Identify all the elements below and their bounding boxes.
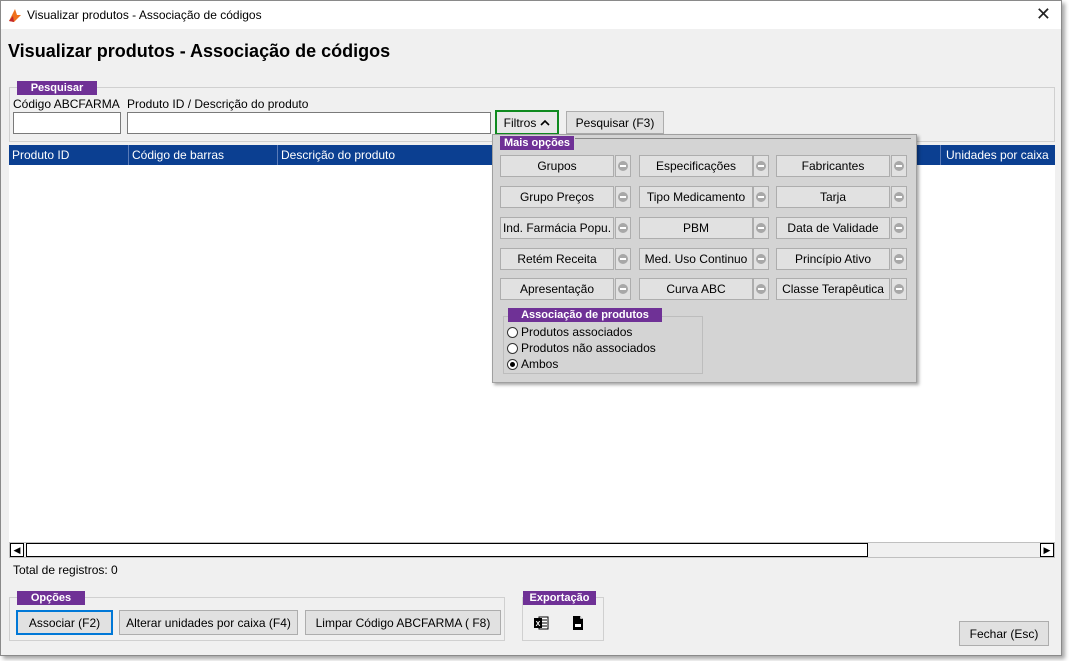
search-group-label: Pesquisar — [17, 81, 97, 95]
scroll-left-icon[interactable]: ◀ — [10, 543, 24, 557]
total-registros: Total de registros: 0 — [13, 563, 118, 577]
radio-circle-selected[interactable] — [507, 358, 518, 370]
filter-data-validade-button[interactable]: Data de Validade — [776, 217, 890, 239]
remove-tarja-icon[interactable] — [891, 186, 907, 208]
close-icon[interactable]: ✕ — [1036, 5, 1051, 23]
horizontal-scrollbar[interactable]: ◀ ▶ — [9, 542, 1055, 558]
filter-principio-ativo-button[interactable]: Princípio Ativo — [776, 248, 890, 270]
remove-data-validade-icon[interactable] — [891, 217, 907, 239]
remove-apresentacao-icon[interactable] — [615, 278, 631, 300]
filtros-button-label: Filtros — [503, 115, 537, 130]
scroll-right-icon[interactable]: ▶ — [1040, 543, 1054, 557]
filter-apresentacao-button[interactable]: Apresentação — [500, 278, 614, 300]
col-codigo-barras[interactable]: Código de barras — [129, 145, 278, 165]
app-logo-icon — [9, 9, 21, 22]
abcfarma-label: Código ABCFARMA — [13, 97, 120, 111]
filter-tipo-medicamento-button[interactable]: Tipo Medicamento — [639, 186, 753, 208]
remove-principio-ativo-icon[interactable] — [891, 248, 907, 270]
filter-tarja-button[interactable]: Tarja — [776, 186, 890, 208]
scrollbar-thumb[interactable] — [26, 543, 868, 557]
filter-grupos-button[interactable]: Grupos — [500, 155, 614, 177]
txt-file-icon[interactable] — [570, 615, 586, 631]
remove-retem-receita-icon[interactable] — [615, 248, 631, 270]
abcfarma-input[interactable] — [13, 112, 121, 134]
main-window: Visualizar produtos - Associação de códi… — [0, 0, 1062, 656]
pesquisar-button[interactable]: Pesquisar (F3) — [566, 111, 664, 134]
radio-produtos-associados[interactable]: Produtos associados — [507, 324, 632, 340]
chevron-up-icon — [540, 119, 550, 126]
remove-pbm-icon[interactable] — [753, 217, 769, 239]
filter-especificacoes-button[interactable]: Especificações — [639, 155, 753, 177]
radio-circle[interactable] — [507, 326, 518, 338]
limpar-abcfarma-button[interactable]: Limpar Código ABCFARMA ( F8) — [305, 610, 501, 635]
mais-opcoes-label: Mais opções — [500, 136, 574, 150]
filter-grupo-precos-button[interactable]: Grupo Preços — [500, 186, 614, 208]
exportacao-group-label: Exportação — [523, 591, 596, 605]
radio-label: Produtos associados — [521, 325, 633, 339]
excel-icon[interactable]: X — [533, 615, 549, 631]
filter-farmacia-popular-button[interactable]: Ind. Farmácia Popu. — [500, 217, 614, 239]
remove-fabricantes-icon[interactable] — [891, 155, 907, 177]
remove-uso-continuo-icon[interactable] — [753, 248, 769, 270]
remove-grupo-precos-icon[interactable] — [615, 186, 631, 208]
filter-classe-terapeutica-button[interactable]: Classe Terapêutica — [776, 278, 890, 300]
page-title: Visualizar produtos - Associação de códi… — [8, 41, 391, 61]
alterar-unidades-button[interactable]: Alterar unidades por caixa (F4) — [119, 610, 298, 635]
col-produto-id[interactable]: Produto ID — [9, 145, 129, 165]
radio-ambos[interactable]: Ambos — [507, 356, 558, 372]
filter-retem-receita-button[interactable]: Retém Receita — [500, 248, 614, 270]
remove-grupos-icon[interactable] — [615, 155, 631, 177]
remove-tipo-medicamento-icon[interactable] — [753, 186, 769, 208]
produto-label: Produto ID / Descrição do produto — [127, 97, 309, 111]
filter-curva-abc-button[interactable]: Curva ABC — [639, 278, 753, 300]
radio-label: Produtos não associados — [521, 341, 656, 355]
associacao-group-label: Associação de produtos — [508, 308, 662, 322]
filter-fabricantes-button[interactable]: Fabricantes — [776, 155, 890, 177]
opcoes-group-label: Opções — [17, 591, 85, 605]
produto-input[interactable] — [127, 112, 491, 134]
filter-uso-continuo-button[interactable]: Med. Uso Continuo — [639, 248, 753, 270]
fechar-button[interactable]: Fechar (Esc) — [959, 621, 1049, 646]
associar-button[interactable]: Associar (F2) — [16, 610, 113, 635]
radio-circle[interactable] — [507, 342, 518, 354]
svg-text:X: X — [536, 621, 541, 628]
title-bar: Visualizar produtos - Associação de códi… — [1, 1, 1061, 29]
filtros-button[interactable]: Filtros — [495, 110, 559, 135]
remove-curva-abc-icon[interactable] — [753, 278, 769, 300]
remove-classe-terapeutica-icon[interactable] — [891, 278, 907, 300]
remove-farmacia-popular-icon[interactable] — [615, 217, 631, 239]
window-title: Visualizar produtos - Associação de códi… — [27, 8, 262, 22]
mais-opcoes-divider — [575, 138, 911, 139]
filters-popup: Mais opções Grupos Especificações Fabric… — [492, 134, 917, 383]
remove-especificacoes-icon[interactable] — [753, 155, 769, 177]
radio-label: Ambos — [521, 357, 559, 371]
col-unidades-caixa[interactable]: Unidades por caixa — [943, 145, 1055, 165]
filter-pbm-button[interactable]: PBM — [639, 217, 753, 239]
radio-produtos-nao-associados[interactable]: Produtos não associados — [507, 340, 656, 356]
